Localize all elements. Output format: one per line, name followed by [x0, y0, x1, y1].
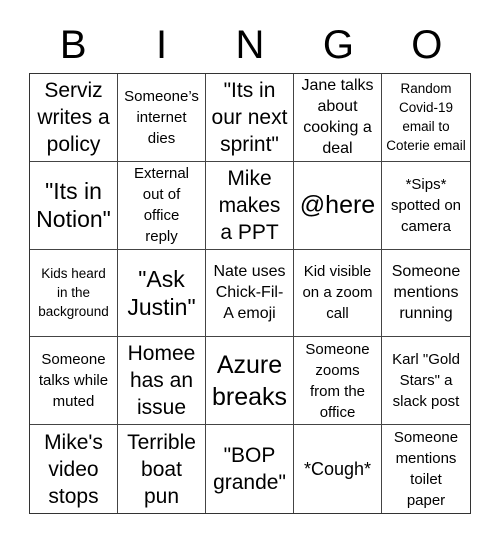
bingo-cell[interactable]: Kid visible on a zoom call — [294, 249, 382, 338]
bingo-cell-text: Random Covid-19 email to Coterie email — [386, 81, 466, 154]
bingo-cell-text: "Its in Notion" — [36, 178, 111, 233]
header-letter-g: G — [322, 23, 354, 67]
bingo-cell-text: "BOP grande" — [213, 444, 286, 495]
header-letter-b: B — [59, 23, 87, 67]
bingo-cell-text: Jane talks about cooking a deal — [301, 77, 374, 158]
bingo-cell[interactable]: Terrible boat pun — [118, 425, 206, 513]
bingo-cell-text: Kid visible on a zoom call — [302, 263, 373, 323]
bingo-cell[interactable]: Mike's video stops — [30, 425, 118, 513]
bingo-cell-text: *Sips* spotted on camera — [390, 175, 462, 235]
bingo-cell[interactable]: "BOP grande" — [206, 425, 294, 513]
bingo-cell[interactable]: "Its in Notion" — [30, 161, 118, 250]
bingo-cell[interactable]: *Cough* — [294, 425, 382, 513]
bingo-cell-text: Karl "Gold Stars" a slack post — [392, 351, 460, 411]
bingo-cell-text: Terrible boat pun — [127, 430, 196, 508]
bingo-cell[interactable]: Mike makes a PPT — [206, 161, 294, 250]
bingo-cell[interactable]: Kids heard in the background — [30, 249, 118, 338]
bingo-cell[interactable]: Random Covid-19 email to Coterie email — [382, 74, 470, 162]
bingo-cell[interactable]: Someone zooms from the office — [294, 337, 382, 426]
bingo-cell[interactable]: Someone talks while muted — [30, 337, 118, 426]
bingo-cell[interactable]: Serviz writes a policy — [30, 74, 118, 162]
header-letter-o: O — [411, 23, 443, 67]
bingo-cell-text: Mike makes a PPT — [218, 166, 281, 244]
bingo-cell[interactable]: Someone’s internet dies — [118, 74, 206, 162]
bingo-cell[interactable]: Homee has an issue — [118, 337, 206, 426]
bingo-cell-text: External out of office reply — [133, 165, 190, 246]
bingo-cell-text: *Cough* — [303, 459, 372, 480]
bingo-cell[interactable]: External out of office reply — [118, 161, 206, 250]
bingo-cell-text: Homee has an issue — [127, 342, 196, 420]
bingo-cell-text: Someone’s internet dies — [124, 87, 199, 147]
bingo-cell-text: Someone talks while muted — [38, 351, 109, 411]
bingo-cell[interactable]: Karl "Gold Stars" a slack post — [382, 337, 470, 426]
bingo-cell[interactable]: Someone mentions toilet paper — [382, 425, 470, 513]
bingo-cell[interactable]: Someone mentions running — [382, 250, 470, 338]
bingo-header: B I N G O — [29, 20, 471, 70]
header-letter-n: N — [235, 23, 265, 67]
bingo-cell-text: Azure breaks — [211, 350, 288, 411]
bingo-cell[interactable]: @here — [294, 161, 382, 250]
bingo-cell-text: "Ask Justin" — [127, 265, 196, 320]
bingo-cell-text: Serviz writes a policy — [37, 78, 110, 156]
bingo-cell-text: Someone zooms from the office — [305, 340, 370, 421]
header-letter-i: I — [156, 23, 168, 67]
bingo-cell-text: Kids heard in the background — [38, 266, 109, 320]
bingo-cell[interactable]: "Ask Justin" — [118, 249, 206, 338]
bingo-cell[interactable]: Nate uses Chick-Fil- A emoji — [206, 249, 294, 338]
bingo-card-grid: Serviz writes a policy Someone’s internet… — [29, 73, 471, 514]
bingo-cell-text: Someone mentions running — [391, 263, 461, 323]
bingo-cell-text: Someone mentions toilet paper — [393, 429, 459, 510]
bingo-cell[interactable]: *Sips* spotted on camera — [382, 162, 470, 250]
bingo-cell[interactable]: Azure breaks — [206, 337, 294, 426]
bingo-cell-text: @here — [299, 191, 376, 220]
bingo-cell-text: Mike's video stops — [44, 430, 103, 508]
bingo-cell[interactable]: Jane talks about cooking a deal — [294, 74, 382, 162]
bingo-cell[interactable]: "Its in our next sprint" — [206, 74, 294, 162]
bingo-cell-text: "Its in our next sprint" — [211, 78, 288, 156]
bingo-cell-text: Nate uses Chick-Fil- A emoji — [213, 263, 286, 323]
